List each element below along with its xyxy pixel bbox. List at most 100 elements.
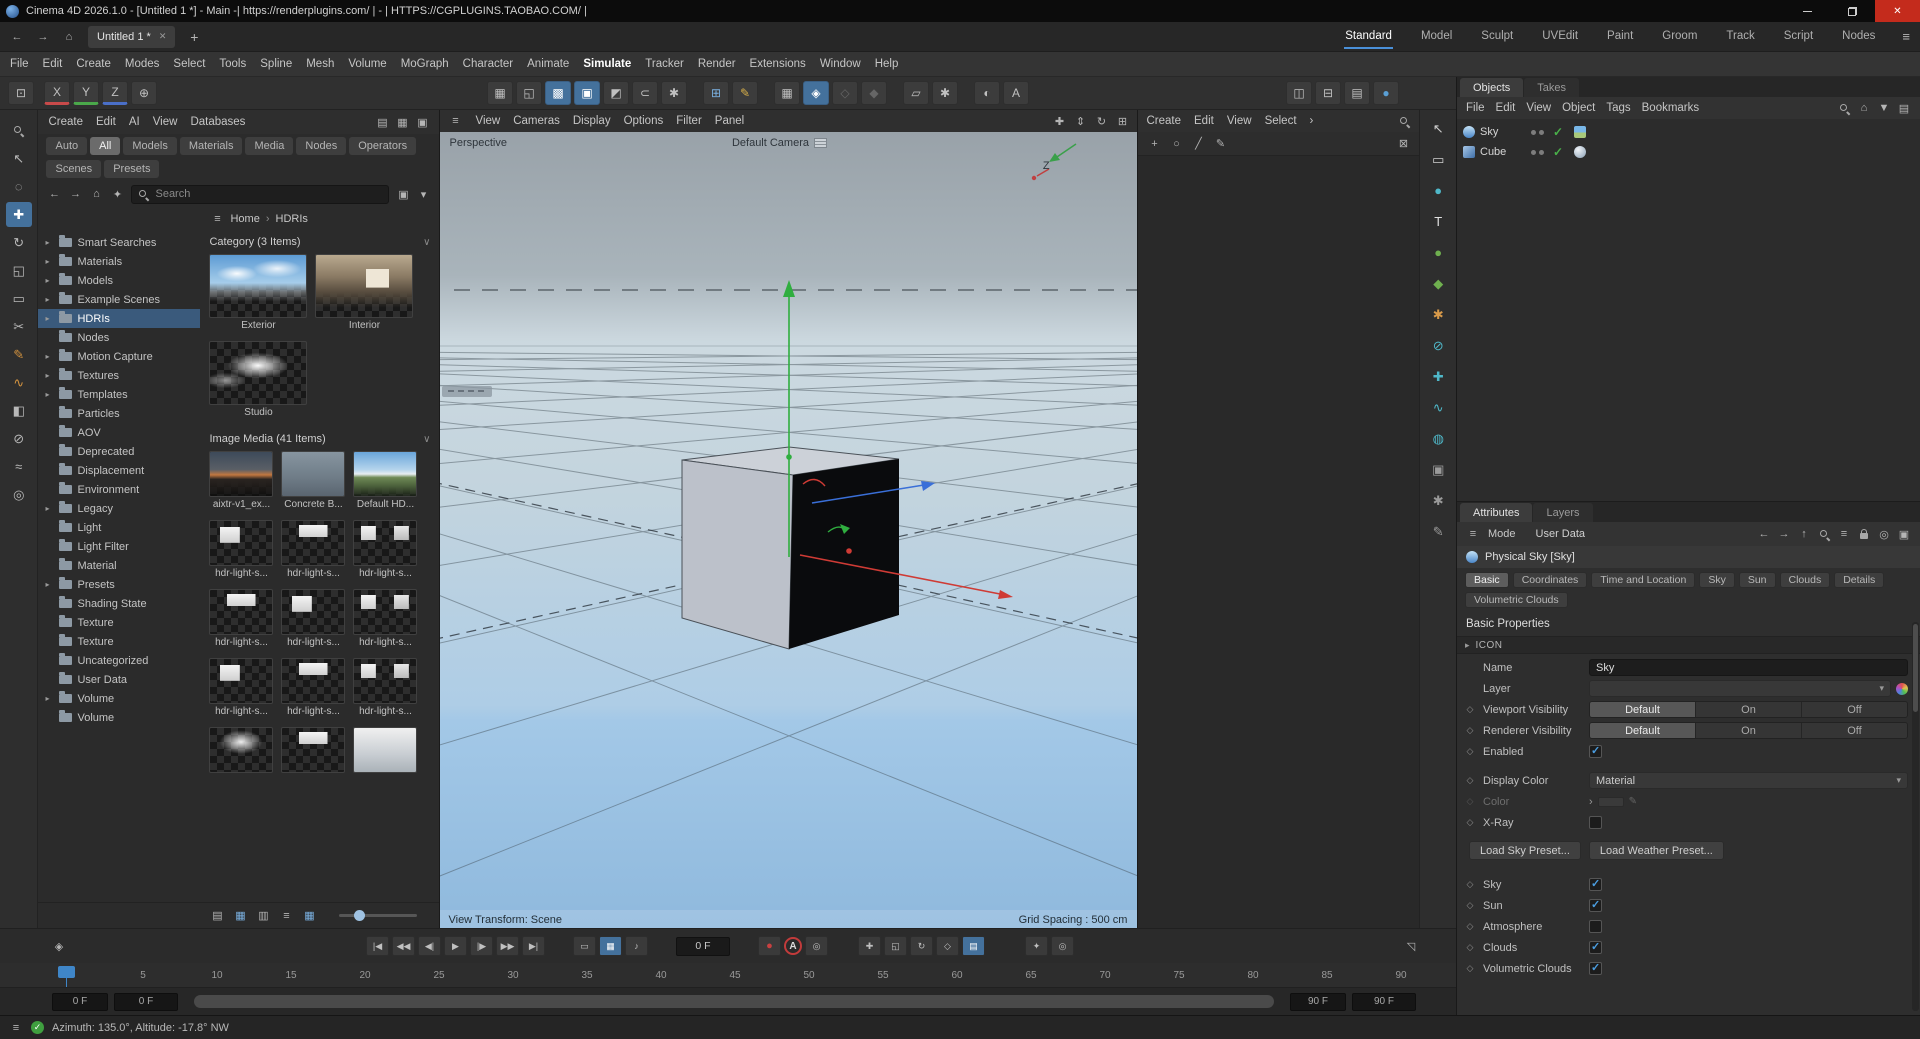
asset-thumbnail-interior[interactable]: Interior [315, 254, 413, 332]
tree-item-light-filter[interactable]: Light Filter [38, 537, 200, 556]
anim-diamond-icon[interactable]: ◇ [1463, 704, 1477, 715]
brush-tool-icon[interactable]: ∿ [6, 370, 32, 395]
sky-material-tag-icon[interactable] [1574, 126, 1586, 138]
pin-icon[interactable]: ◎ [1877, 526, 1891, 542]
prev-key-button[interactable]: ◀◀ [392, 936, 415, 956]
asset-menu-edit[interactable]: Edit [96, 116, 116, 128]
expand-arrow-icon[interactable]: ▸ [45, 314, 54, 323]
menu-character[interactable]: Character [463, 58, 514, 70]
menu-render[interactable]: Render [698, 58, 736, 70]
toggle-views-icon[interactable]: ⊞ [1115, 113, 1129, 129]
orbit-icon[interactable]: ↻ [1094, 113, 1108, 129]
tree-item-shading-state[interactable]: Shading State [38, 594, 200, 613]
disc-tool-icon[interactable]: ⊘ [6, 426, 32, 451]
asset-thumbnail-hdr-light-s[interactable]: hdr-light-s... [209, 589, 273, 649]
tree-item-user-data[interactable]: User Data [38, 670, 200, 689]
sun-checkbox[interactable] [1589, 899, 1602, 912]
menu-help[interactable]: Help [875, 58, 899, 70]
filter-chip-media[interactable]: Media [245, 137, 293, 155]
filter-chip-operators[interactable]: Operators [349, 137, 416, 155]
asset-thumbnail-item[interactable] [281, 727, 345, 787]
attr-tab-basic[interactable]: Basic [1465, 572, 1509, 588]
anim-diamond-icon[interactable]: ◇ [1463, 879, 1477, 890]
axis-z-button[interactable]: Z [102, 81, 128, 105]
display-color-dropdown[interactable]: Material▾ [1589, 772, 1908, 789]
menu-extensions[interactable]: Extensions [750, 58, 806, 70]
viewport-menu-cameras[interactable]: Cameras [513, 115, 560, 127]
visibility-dots[interactable] [1531, 150, 1544, 155]
snap-option-a[interactable]: ◇ [832, 81, 858, 105]
sky-checkbox[interactable] [1589, 878, 1602, 891]
marker-target-icon[interactable]: ◎ [1051, 936, 1074, 956]
record-parameter-toggle[interactable]: ◇ [936, 936, 959, 956]
browser-back-icon[interactable]: ← [47, 186, 61, 202]
move-axes-icon[interactable]: ✚ [1425, 364, 1451, 389]
secondary-menu-edit[interactable]: Edit [1194, 115, 1214, 127]
green-sphere-icon[interactable]: ● [1425, 240, 1451, 265]
layout-tab-script[interactable]: Script [1783, 24, 1814, 49]
nav-back-icon[interactable]: ← [8, 29, 26, 45]
menu-edit[interactable]: Edit [43, 58, 63, 70]
enabled-check-icon[interactable]: ✓ [1553, 125, 1563, 139]
forward-icon[interactable]: → [1777, 526, 1791, 542]
expand-arrow-icon[interactable]: ▸ [45, 257, 54, 266]
preview-range-bar[interactable] [194, 995, 1274, 1008]
tree-item-texture[interactable]: Texture [38, 632, 200, 651]
menu-animate[interactable]: Animate [527, 58, 569, 70]
tab-close-icon[interactable]: ✕ [159, 31, 167, 42]
zoom-tool-icon[interactable] [6, 118, 32, 143]
attribute-panel-menu-icon[interactable]: ≡ [1466, 526, 1480, 542]
menu-simulate[interactable]: Simulate [583, 58, 631, 70]
filter-icon[interactable]: ▼ [1877, 100, 1891, 116]
collapse-chevron-icon[interactable]: ∨ [423, 237, 430, 248]
name-input[interactable]: Sky [1589, 659, 1908, 676]
tree-item-templates[interactable]: ▸Templates [38, 385, 200, 404]
current-frame-field[interactable]: 0 F [676, 937, 730, 956]
world-axis-button[interactable]: ⊕ [131, 81, 157, 105]
column-view-icon[interactable]: ▥ [256, 908, 270, 924]
renderer-visibility-option-off[interactable]: Off [1802, 723, 1907, 738]
dolly-icon[interactable]: ⇕ [1073, 113, 1087, 129]
list-view-icon[interactable]: ▤ [210, 908, 224, 924]
expand-arrow-icon[interactable]: ▸ [45, 504, 54, 513]
object-menu-bookmarks[interactable]: Bookmarks [1642, 102, 1700, 114]
workplane-button[interactable]: ▱ [903, 81, 929, 105]
anim-diamond-icon[interactable]: ◇ [1463, 796, 1477, 807]
layout-tab-standard[interactable]: Standard [1344, 24, 1393, 49]
visibility-dots[interactable] [1531, 130, 1544, 135]
prev-frame-button[interactable]: ◀| [418, 936, 441, 956]
viewport-menu-options[interactable]: Options [624, 115, 664, 127]
asset-menu-ai[interactable]: AI [129, 116, 140, 128]
tree-item-hdris[interactable]: ▸HDRIs [38, 309, 200, 328]
camera-icon[interactable]: ▣ [1425, 457, 1451, 482]
move-tool-icon[interactable]: ✚ [6, 202, 32, 227]
asset-menu-view[interactable]: View [153, 116, 178, 128]
filter-chip-materials[interactable]: Materials [180, 137, 243, 155]
range-start-field[interactable]: 0 F [52, 993, 108, 1011]
viewport-3d[interactable]: Perspective Default Camera Z View Transf… [440, 132, 1137, 928]
dock-left-icon[interactable]: ▤ [375, 114, 389, 130]
detail-view-icon[interactable]: ≡ [279, 908, 293, 924]
layout-tab-sculpt[interactable]: Sculpt [1480, 24, 1514, 49]
render-region-button[interactable]: ◱ [516, 81, 542, 105]
keyframe-selection-button[interactable]: ◎ [805, 936, 828, 956]
menu-volume[interactable]: Volume [348, 58, 386, 70]
lasso-tool-icon[interactable]: ◌ [6, 174, 32, 199]
object-name[interactable]: Sky [1480, 126, 1526, 138]
expand-arrow-icon[interactable]: ▸ [45, 371, 54, 380]
tree-item-models[interactable]: ▸Models [38, 271, 200, 290]
camera-label[interactable]: Default Camera [732, 137, 809, 149]
render-visibility-dot[interactable] [1539, 150, 1544, 155]
color-picker-icon[interactable] [1896, 683, 1908, 695]
tab-layers[interactable]: Layers [1533, 503, 1592, 522]
tree-item-deprecated[interactable]: Deprecated [38, 442, 200, 461]
new-document-button[interactable]: + [185, 29, 203, 45]
next-frame-button[interactable]: |▶ [470, 936, 493, 956]
pen-spline-button[interactable]: ✎ [732, 81, 758, 105]
tree-item-textures[interactable]: ▸Textures [38, 366, 200, 385]
tree-item-presets[interactable]: ▸Presets [38, 575, 200, 594]
list-icon[interactable]: ▤ [1897, 100, 1911, 116]
secondary-menu-select[interactable]: Select [1265, 115, 1297, 127]
render-view-button[interactable]: ▦ [487, 81, 513, 105]
range-end-field-2[interactable]: 90 F [1352, 993, 1416, 1011]
